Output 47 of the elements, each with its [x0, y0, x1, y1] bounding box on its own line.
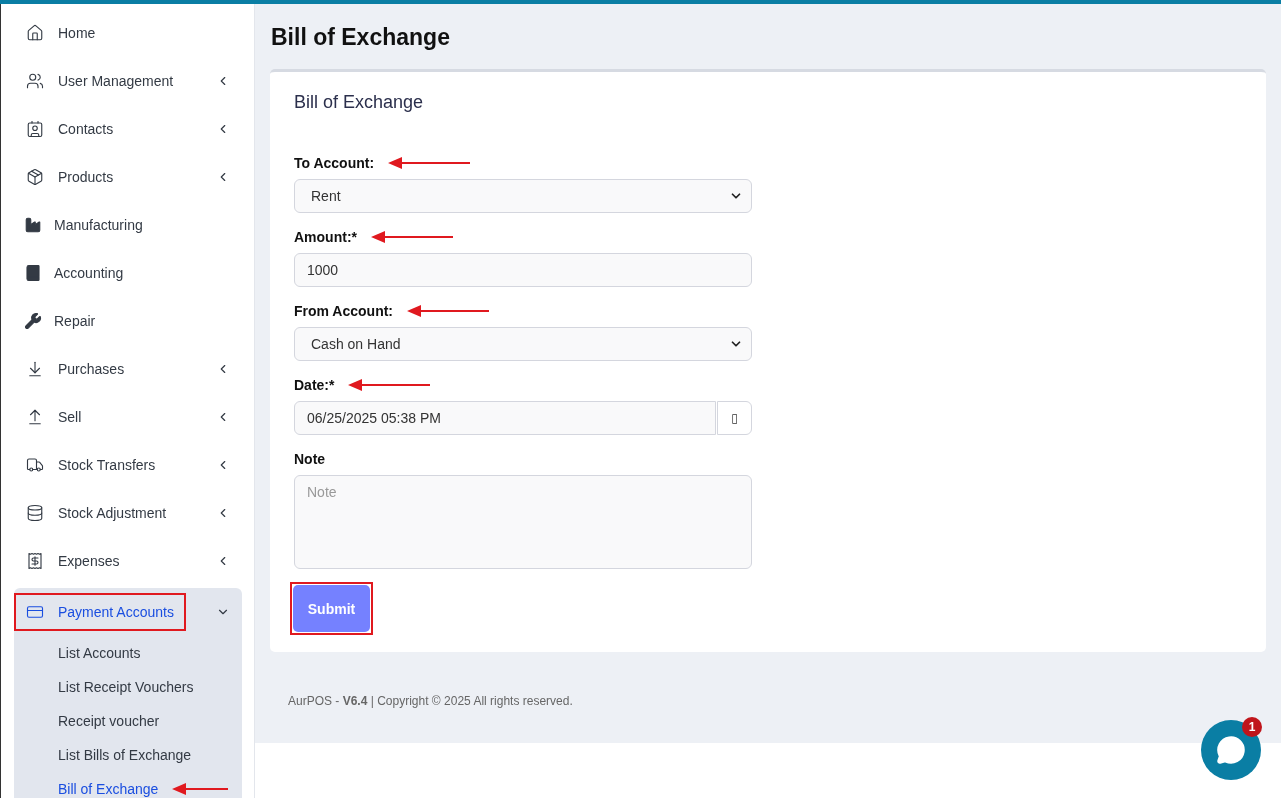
menu-icon	[26, 72, 44, 90]
submenu-item[interactable]: Receipt voucher	[14, 704, 242, 738]
chat-bubble-icon	[1216, 735, 1246, 765]
menu-icon	[26, 456, 44, 474]
field-label: Note	[294, 451, 326, 467]
sidebar-item[interactable]: Manufacturing	[14, 201, 242, 249]
date-field[interactable]: 06/25/2025 05:38 PM	[294, 401, 716, 435]
calendar-button[interactable]: ▯	[717, 401, 752, 435]
menu-icon	[26, 603, 44, 621]
submenu-item[interactable]: List Receipt Vouchers	[14, 670, 242, 704]
sidebar-item[interactable]: Contacts	[14, 105, 242, 153]
sidebar-item[interactable]: Products	[14, 153, 242, 201]
menu-icon	[26, 504, 44, 522]
submenu-item[interactable]: Bill of Exchange	[14, 772, 242, 798]
field-label: From Account:	[294, 303, 394, 319]
sidebar-item[interactable]: Sell	[14, 393, 242, 441]
field-label: To Account:	[294, 155, 375, 171]
highlight-frame: Payment Accounts	[16, 595, 184, 629]
sidebar-item[interactable]: Payment Accounts	[14, 588, 242, 636]
sidebar-item[interactable]: Home	[14, 9, 242, 57]
menu-icon	[26, 24, 44, 42]
sidebar-item[interactable]: Stock Transfers	[14, 441, 242, 489]
field-label: Date:*	[294, 377, 335, 393]
menu-icon	[26, 552, 44, 570]
field-label: Amount:*	[294, 229, 357, 245]
footer-text: AurPOS - V6.4 | Copyright © 2025 All rights reserved.	[288, 694, 573, 708]
submenu-item[interactable]: List Bills of Exchange	[14, 738, 242, 772]
chat-button[interactable]: 1	[1201, 720, 1261, 780]
card-title: Bill of Exchange	[294, 92, 425, 113]
menu-icon	[24, 312, 42, 330]
sidebar-item[interactable]: Purchases	[14, 345, 242, 393]
menu-icon	[26, 120, 44, 138]
sidebar-item[interactable]: Accounting	[14, 249, 242, 297]
menu-icon	[26, 408, 44, 426]
menu-icon	[24, 264, 42, 282]
sidebar-item[interactable]: User Management	[14, 57, 242, 105]
menu-icon	[24, 216, 42, 234]
input-field[interactable]: 1000	[294, 253, 752, 287]
select-field[interactable]: Cash on Hand	[294, 327, 752, 361]
sidebar-item[interactable]: Stock Adjustment	[14, 489, 242, 537]
submenu-item[interactable]: List Accounts	[14, 636, 242, 670]
sidebar-item[interactable]: Repair	[14, 297, 242, 345]
menu-icon	[26, 168, 44, 186]
page-title: Bill of Exchange	[270, 23, 451, 52]
sidebar-item[interactable]: Expenses	[14, 537, 242, 585]
select-field[interactable]: Rent	[294, 179, 752, 213]
menu-icon	[26, 360, 44, 378]
